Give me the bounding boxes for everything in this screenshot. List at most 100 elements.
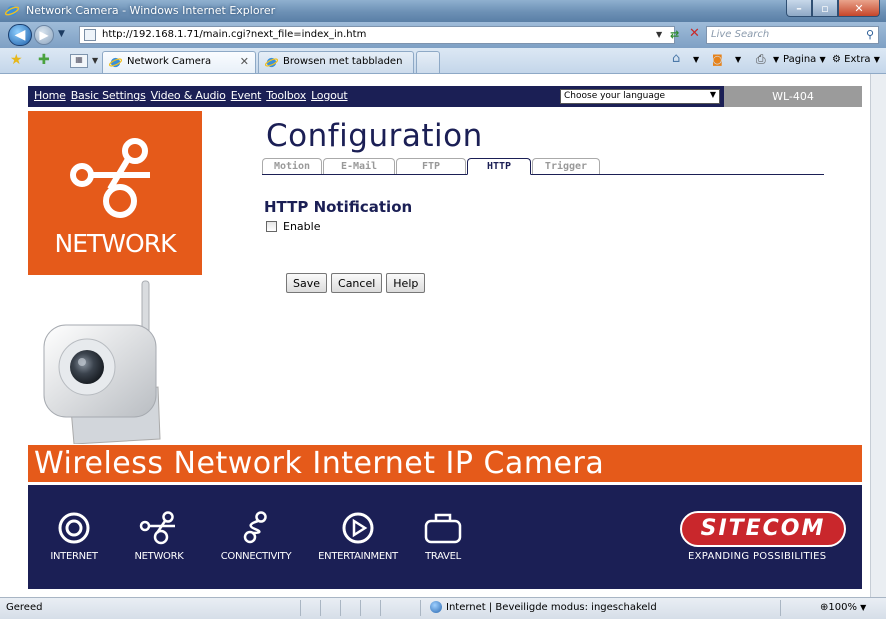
language-select[interactable]: Choose your language ▼ xyxy=(560,89,720,104)
ip-camera-image xyxy=(43,280,161,444)
quick-tabs-icon[interactable]: ▦ xyxy=(70,54,88,68)
help-button[interactable]: Help xyxy=(386,273,426,293)
ie-logo-icon xyxy=(5,6,19,16)
tools-menu-label: Extra xyxy=(844,54,871,65)
enable-label: Enable xyxy=(283,220,321,233)
logo-text: NETWORK xyxy=(54,229,177,258)
ie-tab-icon xyxy=(265,57,278,68)
tab-bar: ★ ✚ ▦ ▼ Network Camera ✕ Browsen met tab… xyxy=(0,48,886,74)
page-menu[interactable]: Pagina ▼ xyxy=(783,54,826,65)
page-viewport: Home Basic Settings Video & Audio Event … xyxy=(0,74,870,597)
nav-link-basic-settings[interactable]: Basic Settings xyxy=(71,89,146,102)
page-title: Configuration xyxy=(266,118,483,154)
address-dropdown-icon[interactable]: ▼ xyxy=(656,30,662,39)
home-icon[interactable]: ⌂ xyxy=(672,51,680,66)
status-text: Gereed xyxy=(6,602,43,613)
recent-pages-dropdown-icon[interactable]: ▼ xyxy=(58,29,65,39)
print-icon[interactable]: ⎙ xyxy=(756,52,766,67)
tab-browsen[interactable]: Browsen met tabbladen xyxy=(258,51,414,73)
footer-entertainment-label: ENTERTAINMENT xyxy=(318,551,398,562)
nav-link-video-audio[interactable]: Video & Audio xyxy=(151,89,226,102)
address-bar[interactable]: http://192.168.1.71/main.cgi?next_file=i… xyxy=(79,26,675,44)
window-titlebar: Network Camera - Windows Internet Explor… xyxy=(0,0,886,22)
cancel-button[interactable]: Cancel xyxy=(331,273,383,293)
home-dropdown-icon[interactable]: ▼ xyxy=(693,54,699,65)
globe-icon xyxy=(430,601,442,613)
network-logo: NETWORK xyxy=(28,111,202,275)
status-separator xyxy=(320,600,321,616)
enable-checkbox[interactable] xyxy=(266,221,277,232)
save-button[interactable]: Save xyxy=(286,273,328,293)
zoom-dropdown-icon: ▼ xyxy=(860,603,867,612)
tab-http[interactable]: HTTP xyxy=(467,158,531,175)
sitecom-logo: SITECOM xyxy=(680,511,846,547)
play-icon xyxy=(342,512,374,544)
search-icon[interactable]: ⚲ xyxy=(866,28,874,41)
status-separator xyxy=(360,600,361,616)
status-separator xyxy=(780,600,781,616)
tab-motion[interactable]: Motion xyxy=(262,158,322,174)
nav-link-home[interactable]: Home xyxy=(34,89,66,102)
nav-link-toolbox[interactable]: Toolbox xyxy=(266,89,306,102)
maximize-button[interactable]: ▫ xyxy=(812,0,838,17)
stop-icon[interactable]: ✕ xyxy=(689,26,700,41)
tab-label: Network Camera xyxy=(127,56,212,67)
tab-email[interactable]: E-Mail xyxy=(323,158,395,174)
favorites-star-icon[interactable]: ★ xyxy=(10,52,23,68)
security-zone-label: Internet | Beveiligde modus: ingeschakel… xyxy=(446,601,657,613)
close-window-button[interactable]: ✕ xyxy=(838,0,880,17)
language-select-value: Choose your language xyxy=(564,91,666,101)
add-favorites-icon[interactable]: ✚ xyxy=(38,52,50,68)
minimize-button[interactable]: – xyxy=(786,0,812,17)
status-separator xyxy=(380,600,381,616)
print-dropdown-icon[interactable]: ▼ xyxy=(773,54,779,65)
tab-list-dropdown-icon[interactable]: ▼ xyxy=(92,56,98,65)
footer-connectivity: CONNECTIVITY xyxy=(208,511,304,562)
nav-link-event[interactable]: Event xyxy=(231,89,262,102)
footer-entertainment: ENTERTAINMENT xyxy=(308,511,408,562)
zoom-value: 100% xyxy=(828,602,857,613)
search-placeholder[interactable]: Live Search xyxy=(711,29,769,40)
search-box[interactable]: Live Search ⚲ xyxy=(706,26,879,44)
footer-internet: INTERNET xyxy=(42,511,106,562)
network-small-icon xyxy=(139,511,175,545)
page-menu-label: Pagina xyxy=(783,54,817,65)
new-tab-button[interactable] xyxy=(416,51,440,73)
feeds-icon[interactable]: ◙ xyxy=(712,53,723,66)
address-url[interactable]: http://192.168.1.71/main.cgi?next_file=i… xyxy=(102,29,366,40)
navigation-bar: ◀ ▶ ▼ http://192.168.1.71/main.cgi?next_… xyxy=(0,22,886,48)
zoom-level[interactable]: ⊕100% ▼ xyxy=(820,602,866,613)
security-zone[interactable]: Internet | Beveiligde modus: ingeschakel… xyxy=(430,601,657,613)
section-title: HTTP Notification xyxy=(264,198,413,216)
top-navigation: Home Basic Settings Video & Audio Event … xyxy=(28,86,862,107)
tab-ftp[interactable]: FTP xyxy=(396,158,466,174)
forward-arrow-icon: ▶ xyxy=(39,28,49,42)
refresh-icon[interactable]: ⇄ xyxy=(670,28,679,41)
vertical-scrollbar[interactable] xyxy=(870,74,886,597)
tab-label: Browsen met tabbladen xyxy=(283,56,403,67)
footer-travel: TRAVEL xyxy=(418,511,468,562)
connectivity-icon xyxy=(243,511,267,544)
form-buttons: Save Cancel Help xyxy=(286,273,426,293)
window-title: Network Camera - Windows Internet Explor… xyxy=(26,4,276,17)
enable-row: Enable xyxy=(266,220,320,233)
back-button[interactable]: ◀ xyxy=(8,24,32,46)
brand-tagline: EXPANDING POSSIBILITIES xyxy=(688,551,827,562)
internet-icon xyxy=(58,512,90,544)
feeds-dropdown-icon[interactable]: ▼ xyxy=(735,54,741,65)
nav-link-logout[interactable]: Logout xyxy=(311,89,348,102)
footer-connectivity-label: CONNECTIVITY xyxy=(220,551,292,562)
tab-trigger[interactable]: Trigger xyxy=(532,158,600,174)
tools-menu[interactable]: ⚙ Extra ▼ xyxy=(832,54,880,65)
footer-network-label: NETWORK xyxy=(134,551,184,562)
status-separator xyxy=(420,600,421,616)
chevron-down-icon: ▼ xyxy=(709,90,716,99)
footer-internet-label: INTERNET xyxy=(50,551,98,562)
tabs-divider xyxy=(262,174,824,175)
tab-network-camera[interactable]: Network Camera ✕ xyxy=(102,51,256,73)
status-bar: Gereed Internet | Beveiligde modus: inge… xyxy=(0,597,886,619)
close-tab-icon[interactable]: ✕ xyxy=(240,55,249,68)
status-separator xyxy=(340,600,341,616)
forward-button[interactable]: ▶ xyxy=(34,25,54,45)
footer-network: NETWORK xyxy=(126,511,192,562)
